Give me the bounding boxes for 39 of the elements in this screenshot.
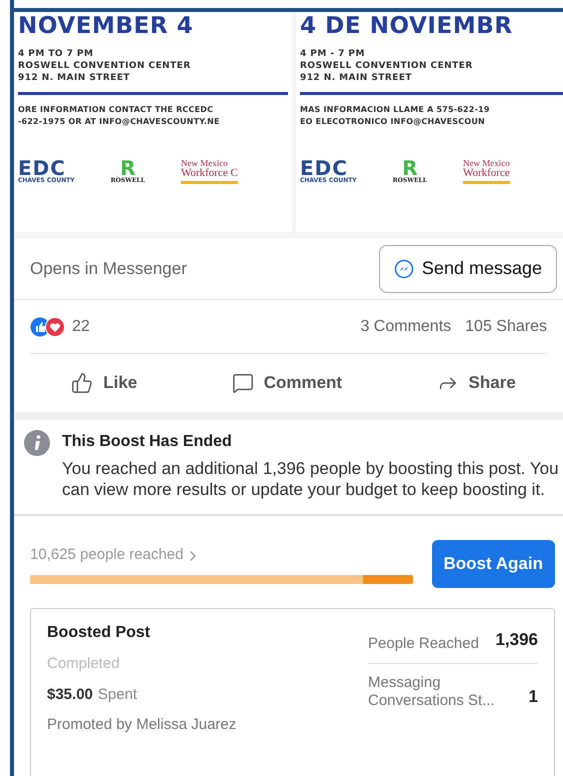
flyer-line: MAS INFORMACION LLAME A 575-622-19: [300, 104, 491, 116]
thumbs-up-icon: [71, 372, 94, 394]
send-message-button[interactable]: Send message: [378, 244, 557, 292]
card-title: Boosted Post: [47, 623, 152, 643]
flyer-line: 4 PM TO 7 PM: [18, 48, 94, 60]
info-icon: [24, 430, 50, 456]
stat-value: 1,396: [495, 629, 538, 651]
boost-again-button[interactable]: Boost Again: [432, 540, 555, 588]
amount-label: Spent: [98, 684, 138, 704]
reaction-icons: [30, 316, 66, 336]
comment-button[interactable]: Comment: [232, 370, 342, 396]
promoted-by: Promoted by Melissa Juarez: [47, 715, 236, 735]
notice-text: You reached an additional 1,396 people by boosting this post. You can view more results or update your budget to keep boosting it.: [62, 458, 559, 500]
reaction-count[interactable]: 22: [72, 314, 90, 338]
messenger-caption: Opens in Messenger: [30, 258, 187, 280]
notice-title: This Boost Has Ended: [62, 432, 233, 452]
comments-count[interactable]: 3 Comments: [360, 314, 452, 338]
flyer-line: 4 PM - 7 PM: [300, 48, 366, 60]
share-button[interactable]: Share: [436, 370, 516, 396]
flyer-line: ORE INFORMATION CONTACT THE RCCEDC: [18, 104, 214, 116]
shares-count[interactable]: 105 Shares: [465, 314, 547, 338]
stat-label: Messaging Conversations St...: [368, 674, 496, 710]
stat-label: People Reached: [368, 634, 480, 652]
boost-status: Completed: [47, 654, 121, 674]
flyer-line: ROSWELL CONVENTION CENTER: [300, 60, 474, 72]
messenger-icon: [394, 258, 414, 278]
flyer-line: EO ELECOTRONICO INFO@CHAVESCOUN: [300, 116, 486, 128]
flyer-line: 912 N. MAIN STREET: [300, 72, 414, 84]
flyer-line: ROSWELL CONVENTION CENTER: [18, 60, 192, 72]
speech-bubble-icon: [232, 372, 254, 394]
flyer-heading: 4 DE NOVIEMBR: [300, 12, 514, 40]
logo: New Mexico Workforce: [462, 159, 510, 184]
logo: New Mexico Workforce C: [180, 159, 238, 184]
flyer-line: -622-1975 OR AT INFO@CHAVESCOUNTY.NE: [18, 116, 221, 128]
flyer-line: 912 N. MAIN STREET: [18, 72, 132, 84]
stat-value: 1: [528, 686, 538, 708]
like-button[interactable]: Like: [71, 370, 138, 396]
flyer-heading: NOVEMBER 4: [18, 12, 194, 40]
amount-spent: $35.00: [47, 684, 93, 704]
